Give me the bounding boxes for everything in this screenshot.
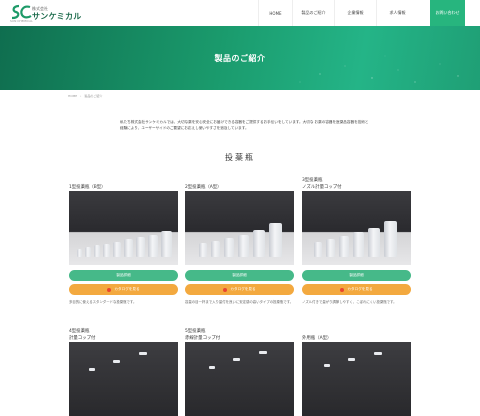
- nav-home[interactable]: HOME: [258, 0, 292, 26]
- product-card-title-line: 1型投薬瓶（B型）: [69, 185, 106, 190]
- main-nav: HOME 製品のご紹介 企業情報 求人情報: [258, 0, 418, 26]
- product-card-title: 外用瓶（A型）: [302, 328, 411, 342]
- breadcrumb-home[interactable]: HOME: [68, 94, 77, 98]
- product-description: 多目的に使えるスタンダードな投薬瓶です。: [69, 300, 137, 304]
- sc-logo-icon: [11, 4, 32, 20]
- product-card-title: 4型投薬瓶 計量コップ付: [69, 328, 178, 342]
- site-header: 株式会社 サンケミカル SUN CHEMICAL HOME 製品のご紹介 企業情…: [0, 0, 480, 26]
- product-photo: [302, 191, 411, 265]
- logo-tagline: SUN CHEMICAL: [10, 19, 33, 23]
- product-card-title-line: 赤線計量コップ付: [185, 336, 221, 341]
- product-card-title: 2型投薬瓶（A型）: [185, 177, 294, 191]
- company-logo[interactable]: 株式会社 サンケミカル SUN CHEMICAL: [10, 4, 94, 24]
- catalog-icon: [107, 287, 112, 292]
- product-card: 2型投薬瓶（A型） 製品詳細 カタログを見る 容量の目一杯まで入り量付を良いに安…: [185, 177, 294, 305]
- product-card-title-line: 3型投薬瓶: [302, 178, 323, 183]
- product-card-title-line: 4型投薬瓶: [69, 329, 90, 334]
- product-photo: [302, 342, 411, 416]
- nav-recruit[interactable]: 求人情報: [376, 0, 418, 26]
- catalog-button-label: カタログを見る: [230, 287, 256, 291]
- nav-company[interactable]: 企業情報: [334, 0, 376, 26]
- product-description: ノズル付きで量がり調節しやすく、こぼれにくい投薬瓶です。: [302, 300, 397, 304]
- product-card-title: 1型投薬瓶（B型）: [69, 177, 178, 191]
- catalog-button[interactable]: カタログを見る: [69, 284, 178, 295]
- product-card: 1型投薬瓶（B型） 製品詳細 カタログを見る 多目的に使えるスタンダードな投薬瓶…: [69, 177, 178, 305]
- product-detail-button[interactable]: 製品詳細: [69, 270, 178, 281]
- product-card-title-line: ノズル計量コップ付: [302, 185, 342, 190]
- catalog-button-label: カタログを見る: [347, 287, 373, 291]
- catalog-icon: [223, 287, 228, 292]
- product-card-title-line: 外用瓶（A型）: [302, 336, 332, 341]
- product-card-title: 5型投薬瓶 赤線計量コップ付: [185, 328, 294, 342]
- product-card: 3型投薬瓶 ノズル計量コップ付 製品詳細 カタログを見る ノズル付きで量がり調節…: [302, 177, 411, 305]
- catalog-button-label: カタログを見る: [114, 287, 140, 291]
- product-card-title: 3型投薬瓶 ノズル計量コップ付: [302, 177, 411, 191]
- nav-products[interactable]: 製品のご紹介: [292, 0, 334, 26]
- product-photo: [185, 342, 294, 416]
- nav-contact-button[interactable]: お問い合わせ: [430, 0, 465, 26]
- product-photo: [185, 191, 294, 265]
- product-photo: [69, 342, 178, 416]
- product-card-title-line: 5型投薬瓶: [185, 329, 206, 334]
- product-card: 外用瓶（A型）: [302, 328, 411, 416]
- product-card-title-line: 2型投薬瓶（A型）: [185, 185, 222, 190]
- catalog-button[interactable]: カタログを見る: [302, 284, 411, 295]
- intro-text: 私たち株式会社サンケミカルでは、大切な薬を安心安全にお届けできる容器をご提供する…: [120, 120, 369, 130]
- breadcrumb-current: 製品のご紹介: [84, 94, 103, 98]
- product-description: 容量の目一杯まで入り量付を良いに安定感の高いタイプの投薬瓶です。: [185, 300, 294, 304]
- product-detail-button[interactable]: 製品詳細: [185, 270, 294, 281]
- product-photo: [69, 191, 178, 265]
- catalog-button[interactable]: カタログを見る: [185, 284, 294, 295]
- page-title: 製品のご紹介: [214, 54, 266, 63]
- breadcrumb: HOME › 製品のご紹介: [68, 94, 102, 98]
- product-detail-button[interactable]: 製品詳細: [302, 270, 411, 281]
- logo-name-text: サンケミカル: [32, 12, 82, 21]
- section-title: 投薬瓶: [225, 153, 255, 162]
- breadcrumb-separator-icon: ›: [80, 94, 82, 98]
- product-card-title-line: 計量コップ付: [69, 336, 96, 341]
- catalog-icon: [340, 287, 345, 292]
- product-card: 5型投薬瓶 赤線計量コップ付: [185, 328, 294, 416]
- product-card: 4型投薬瓶 計量コップ付: [69, 328, 178, 416]
- hero-banner: 製品のご紹介: [0, 26, 480, 90]
